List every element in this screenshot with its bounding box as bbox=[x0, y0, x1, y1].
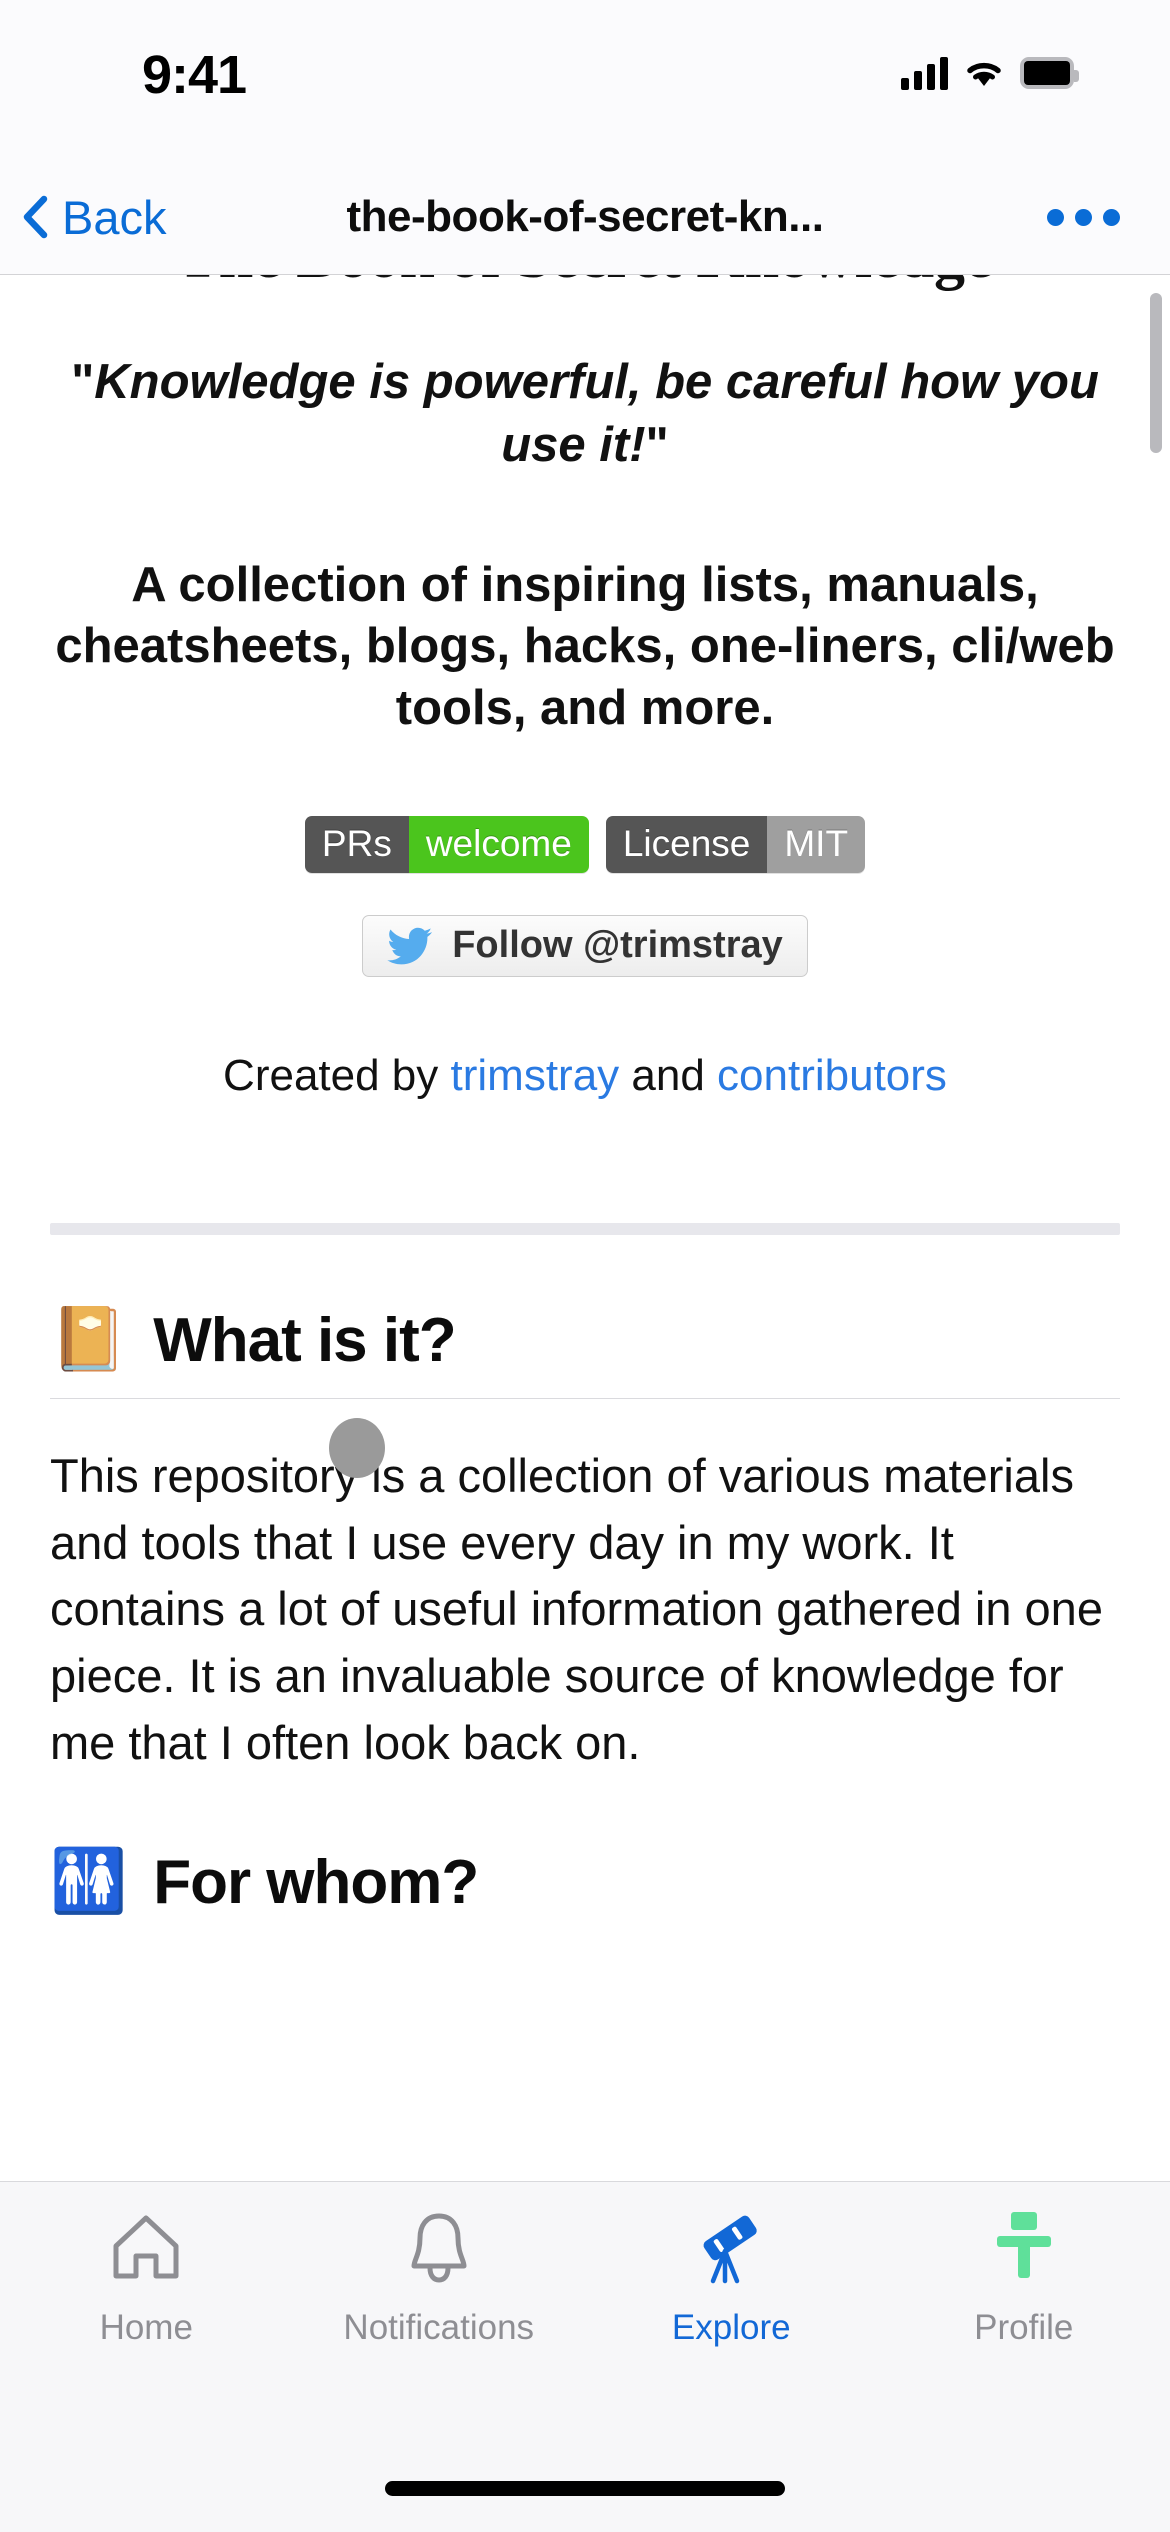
readme-quote: "Knowledge is powerful, be careful how y… bbox=[50, 351, 1120, 476]
telescope-icon bbox=[691, 2204, 771, 2290]
badge-key: License bbox=[605, 815, 768, 873]
credits-prefix: Created by bbox=[223, 1050, 451, 1100]
status-bar-indicators bbox=[901, 48, 1079, 98]
wifi-icon bbox=[964, 57, 1004, 89]
quote-close-mark: " bbox=[645, 417, 669, 472]
section-heading-what-is-it: 📔 What is it? bbox=[50, 1305, 1120, 1399]
vertical-scrollbar[interactable] bbox=[1150, 293, 1162, 453]
tab-label: Notifications bbox=[343, 2308, 535, 2347]
twitter-bird-icon bbox=[387, 926, 435, 966]
section-heading-text: For whom? bbox=[153, 1847, 479, 1917]
twitter-follow-button[interactable]: Follow @trimstray bbox=[362, 914, 808, 977]
ellipsis-dot bbox=[1075, 208, 1092, 226]
home-icon bbox=[106, 2204, 186, 2290]
bell-icon bbox=[402, 2204, 476, 2290]
more-options-button[interactable] bbox=[1047, 208, 1120, 226]
prs-welcome-badge[interactable]: PRs welcome bbox=[304, 815, 589, 873]
section-heading-text: What is it? bbox=[153, 1305, 456, 1375]
badge-key: PRs bbox=[304, 815, 409, 873]
page-title: the-book-of-secret-kn... bbox=[346, 192, 824, 241]
tab-label: Explore bbox=[671, 2308, 791, 2347]
author-link[interactable]: trimstray bbox=[451, 1051, 620, 1100]
ellipsis-dot bbox=[1103, 208, 1120, 226]
touch-cursor-indicator bbox=[329, 1418, 385, 1478]
quote-text: Knowledge is powerful, be careful how yo… bbox=[94, 355, 1099, 472]
battery-full-icon bbox=[1020, 57, 1079, 89]
phone-screen: 9:41 Back the-book-of-secret-kn... "Know… bbox=[0, 0, 1170, 2532]
readme-title: The Book of Secret Knowledge bbox=[50, 275, 1120, 291]
ellipsis-dot bbox=[1047, 208, 1064, 226]
profile-icon bbox=[987, 2204, 1061, 2290]
license-mit-badge[interactable]: License MIT bbox=[605, 815, 866, 873]
status-bar-time: 9:41 bbox=[142, 45, 247, 105]
notebook-with-decorative-cover-emoji: 📔 bbox=[50, 1305, 128, 1375]
signal-bars-icon bbox=[901, 56, 948, 90]
tab-profile[interactable]: Profile bbox=[878, 2204, 1170, 2427]
tab-label: Profile bbox=[974, 2308, 1074, 2347]
badge-value: welcome bbox=[408, 815, 589, 873]
follow-button-row: Follow @trimstray bbox=[50, 914, 1120, 977]
credits-line: Created by trimstray and contributors bbox=[50, 1051, 1120, 1101]
navigation-bar: Back the-book-of-secret-kn... bbox=[0, 160, 1170, 275]
credits-middle: and bbox=[619, 1050, 718, 1100]
contributors-link[interactable]: contributors bbox=[717, 1051, 947, 1100]
section-heading-for-whom: 🚻 For whom? bbox=[50, 1847, 1120, 1940]
section-divider bbox=[50, 1222, 1120, 1235]
badge-row: PRs welcome License MIT bbox=[50, 815, 1120, 873]
tab-explore[interactable]: Explore bbox=[585, 2204, 878, 2427]
bottom-tab-bar: Home Notifications Explore Profile bbox=[0, 2181, 1170, 2532]
badge-value: MIT bbox=[767, 815, 866, 873]
webview-content[interactable]: The Book of Secret Knowledge "Knowledge … bbox=[0, 275, 1170, 2181]
tab-notifications[interactable]: Notifications bbox=[293, 2204, 586, 2427]
readme-description: A collection of inspiring lists, manuals… bbox=[55, 557, 1115, 736]
tab-home[interactable]: Home bbox=[0, 2204, 293, 2427]
status-bar: 9:41 bbox=[0, 0, 1170, 160]
section-body-what-is-it: This repository is a collection of vario… bbox=[50, 1448, 1103, 1769]
home-indicator bbox=[385, 2481, 785, 2496]
restroom-emoji: 🚻 bbox=[50, 1847, 128, 1916]
quote-open-mark: " bbox=[71, 355, 95, 410]
tab-label: Home bbox=[99, 2308, 193, 2347]
twitter-follow-label: Follow @trimstray bbox=[452, 924, 783, 967]
